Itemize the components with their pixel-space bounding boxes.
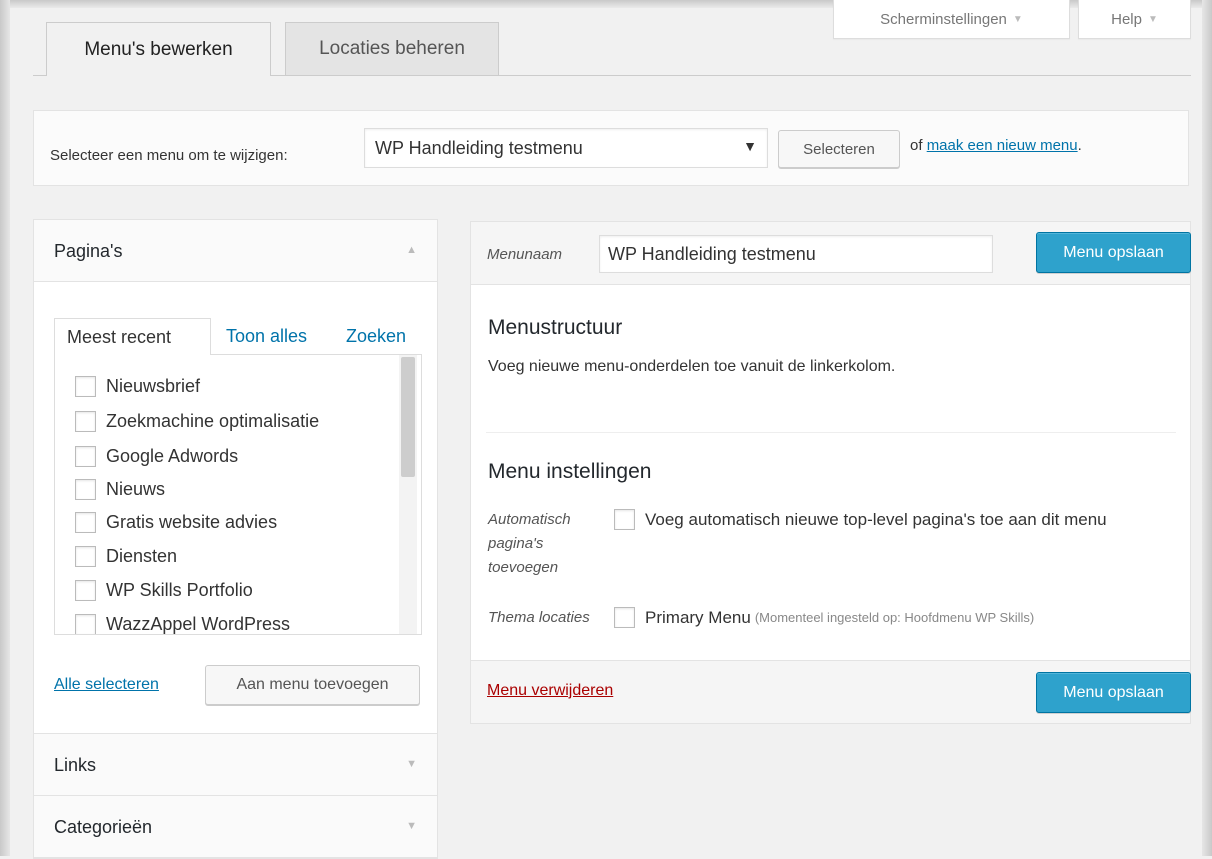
create-new-menu-link[interactable]: maak een nieuw menu — [927, 137, 1078, 154]
save-menu-button[interactable]: Menu opslaan — [1036, 232, 1191, 273]
menu-structure-description: Voeg nieuwe menu-onderdelen toe vanuit d… — [488, 358, 896, 375]
screen-options-button[interactable]: Scherminstellingen ▼ — [833, 0, 1070, 39]
menu-editor-header: Menunaam WP Handleiding testmenu Menu op… — [471, 222, 1191, 285]
auto-add-label-line: Automatisch — [488, 511, 571, 528]
checkbox[interactable] — [75, 579, 96, 601]
menu-structure-title: Menustructuur — [488, 316, 623, 339]
tab-manage-locations[interactable]: Locaties beheren — [285, 22, 499, 75]
checkbox[interactable] — [75, 613, 96, 634]
page-label: Diensten — [106, 545, 178, 566]
menu-editor: Menunaam WP Handleiding testmenu Menu op… — [470, 221, 1191, 724]
theme-locations-label: Thema locaties — [488, 609, 590, 626]
page-label: Zoekmachine optimalisatie — [106, 410, 320, 431]
checkbox[interactable] — [75, 375, 96, 397]
auto-add-label-line: pagina's — [488, 535, 544, 552]
chevron-down-icon: ▼ — [1012, 13, 1023, 25]
list-item[interactable]: WP Skills Portfolio — [75, 578, 253, 602]
subtab-most-recent[interactable]: Meest recent — [54, 318, 211, 355]
list-item[interactable]: Diensten — [75, 544, 177, 568]
save-menu-button[interactable]: Menu opslaan — [1036, 672, 1191, 713]
add-to-menu-button[interactable]: Aan menu toevoegen — [205, 665, 420, 705]
tab-label: Locaties beheren — [319, 38, 465, 59]
pages-panel: Meest recent Toon alles Zoeken Nieuwsbri… — [34, 282, 437, 734]
subtab-view-all[interactable]: Toon alles — [214, 318, 319, 354]
primary-menu-option[interactable]: Primary Menu (Momenteel ingesteld op: Ho… — [614, 607, 1034, 628]
window-frame-right — [1202, 0, 1212, 856]
selected-menu-value: WP Handleiding testmenu — [375, 137, 583, 158]
list-scrollbar[interactable] — [399, 355, 417, 634]
page-label: Gratis website advies — [106, 511, 278, 532]
auto-add-pages-option[interactable]: Voeg automatisch nieuwe top-level pagina… — [614, 509, 1107, 530]
create-menu-text: of maak een nieuw menu. — [910, 137, 1082, 154]
list-item[interactable]: Gratis website advies — [75, 510, 277, 534]
checkbox[interactable] — [75, 445, 96, 467]
list-item[interactable]: Zoekmachine optimalisatie — [75, 409, 319, 433]
chevron-down-icon: ▼ — [1147, 13, 1158, 25]
primary-menu-label: Primary Menu — [645, 607, 751, 627]
dropdown-caret-icon: ▼ — [743, 138, 757, 154]
checkbox[interactable] — [75, 511, 96, 533]
help-label: Help — [1111, 10, 1142, 28]
list-item[interactable]: WazzAppel WordPress — [75, 612, 291, 634]
delete-menu-link[interactable]: Menu verwijderen — [487, 682, 613, 700]
accordion-section-links[interactable]: Links ▼ — [34, 734, 437, 796]
menu-items-accordion: Pagina's ▲ Meest recent Toon alles Zoeke… — [33, 219, 438, 859]
page-label: WazzAppel WordPress — [106, 613, 291, 634]
select-menu-button[interactable]: Selecteren — [778, 130, 900, 168]
accordion-section-categories[interactable]: Categorieën ▼ — [34, 796, 437, 858]
menu-settings-title: Menu instellingen — [488, 460, 652, 483]
or-label: of — [910, 137, 923, 154]
page-label: WP Skills Portfolio — [106, 579, 253, 600]
accordion-section-pages[interactable]: Pagina's ▲ — [34, 220, 437, 282]
primary-menu-checkbox[interactable] — [614, 607, 635, 628]
menu-editor-footer: Menu verwijderen Menu opslaan — [471, 660, 1191, 723]
primary-menu-note: (Momenteel ingesteld op: Hoofdmenu WP Sk… — [754, 610, 1035, 625]
menu-name-input[interactable]: WP Handleiding testmenu — [599, 235, 993, 273]
screen-options-label: Scherminstellingen — [880, 10, 1007, 28]
page-label: Nieuws — [106, 478, 166, 499]
help-button[interactable]: Help ▼ — [1078, 0, 1191, 39]
section-title: Pagina's — [54, 241, 123, 261]
auto-add-option-label: Voeg automatisch nieuwe top-level pagina… — [645, 509, 1107, 529]
page-label: Google Adwords — [106, 445, 239, 466]
list-item[interactable]: Nieuwsbrief — [75, 374, 200, 398]
section-divider — [486, 432, 1176, 433]
tab-edit-menus[interactable]: Menu's bewerken — [46, 22, 271, 76]
list-item[interactable]: Google Adwords — [75, 444, 238, 468]
expand-arrow-icon: ▼ — [406, 758, 417, 770]
auto-add-pages-label: Automatisch pagina's toevoegen — [488, 508, 571, 580]
menu-select-label: Selecteer een menu om te wijzigen: — [50, 147, 288, 164]
tab-label: Menu's bewerken — [84, 38, 233, 60]
menu-select-dropdown[interactable]: WP Handleiding testmenu ▼ — [364, 128, 768, 168]
window-frame-left — [0, 0, 10, 856]
auto-add-checkbox[interactable] — [614, 509, 635, 530]
period: . — [1077, 137, 1082, 154]
subtab-search[interactable]: Zoeken — [334, 318, 418, 354]
checkbox[interactable] — [75, 545, 96, 567]
expand-arrow-icon: ▼ — [406, 820, 417, 832]
section-title: Categorieën — [54, 817, 153, 837]
auto-add-label-line: toevoegen — [488, 559, 559, 576]
page-label: Nieuwsbrief — [106, 375, 201, 396]
select-all-link[interactable]: Alle selecteren — [54, 676, 159, 694]
menu-select-bar: Selecteer een menu om te wijzigen: WP Ha… — [33, 110, 1189, 186]
list-item[interactable]: Nieuws — [75, 477, 165, 501]
pages-subtabs: Meest recent Toon alles Zoeken — [54, 318, 421, 355]
checkbox[interactable] — [75, 410, 96, 432]
section-title: Links — [54, 755, 97, 775]
collapse-arrow-icon: ▲ — [406, 244, 417, 256]
menu-name-label: Menunaam — [487, 246, 563, 263]
checkbox[interactable] — [75, 478, 96, 500]
scrollbar-thumb[interactable] — [401, 357, 415, 477]
pages-checklist: Nieuwsbrief Zoekmachine optimalisatie Go… — [54, 354, 422, 635]
